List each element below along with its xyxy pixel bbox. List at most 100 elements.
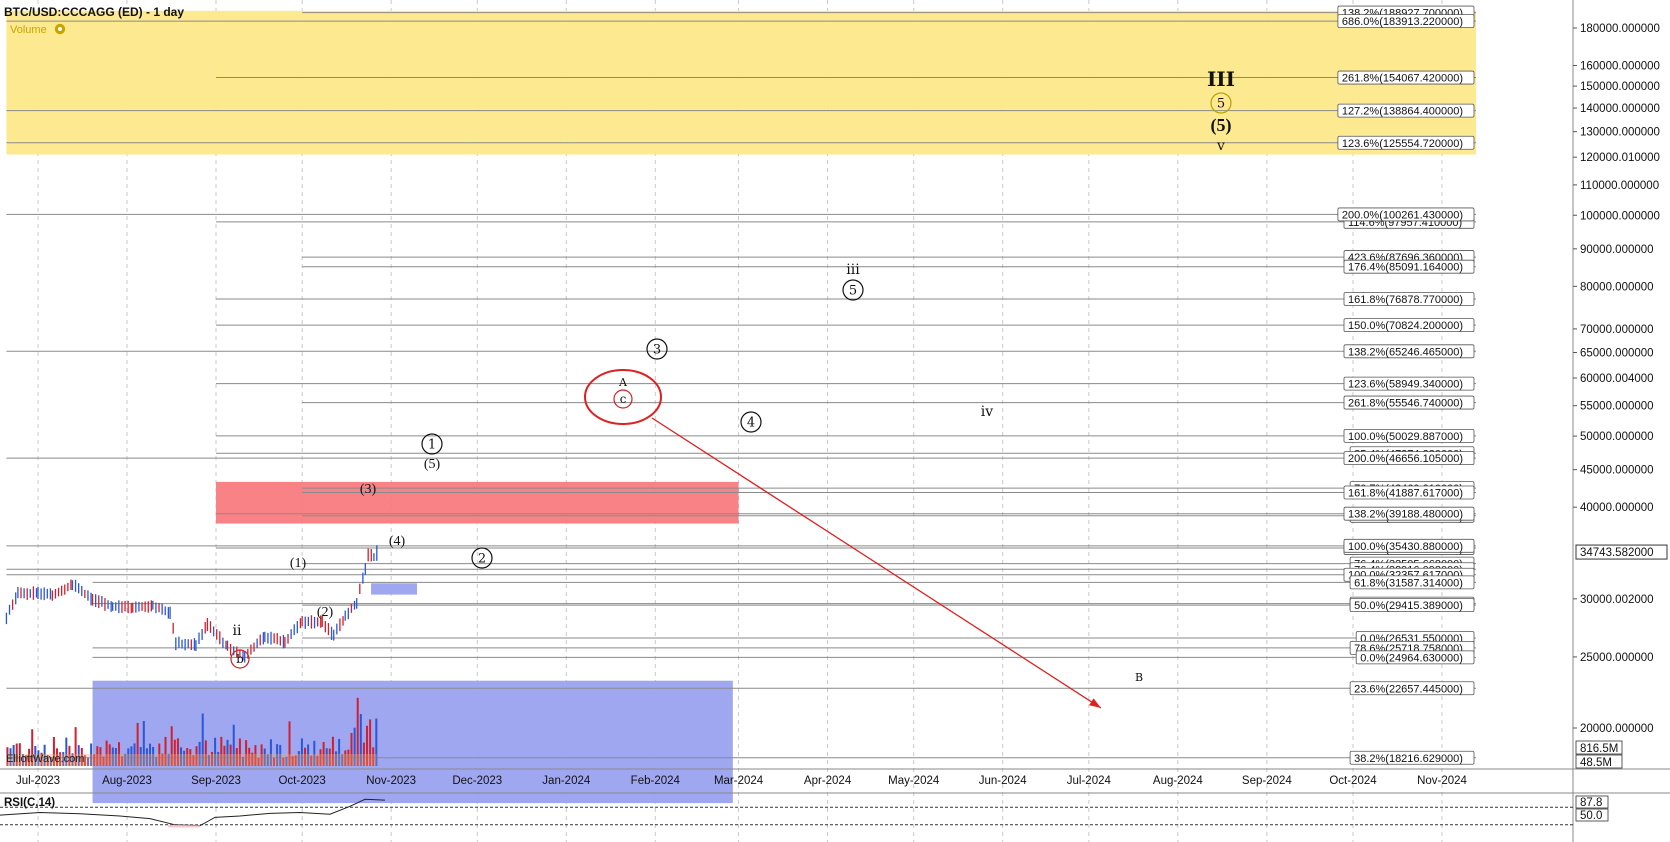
wave-label-text: v <box>1216 138 1225 154</box>
fib-label-text: 123.6%(125554.720000) <box>1342 138 1463 150</box>
y-tick-label: 160000.000000 <box>1580 61 1660 73</box>
wave-label-text: B <box>1135 671 1143 684</box>
fib-label: 0.0%(24964.630000) <box>1355 650 1475 664</box>
wave-label: B <box>1135 671 1143 684</box>
fib-label-text: 176.4%(85091.164000) <box>1348 262 1463 274</box>
fib-label-text: 161.8%(76878.770000) <box>1348 294 1463 306</box>
wave-label: A <box>618 376 628 389</box>
fib-label: 150.0%(70824.200000) <box>1343 318 1475 332</box>
volume-label: Volume <box>10 24 47 36</box>
fib-label: 686.0%(183913.220000) <box>1337 14 1475 28</box>
y-tick-label: 55000.000000 <box>1580 401 1654 413</box>
volume-axis-label: 816.5M <box>1575 740 1623 755</box>
watermark: ElliottWave.com <box>6 753 84 765</box>
fib-label: 38.2%(18216.629000) <box>1349 750 1475 765</box>
rsi-value-text: 87.8 <box>1580 797 1602 809</box>
fib-label-text: 50.0%(29415.389000) <box>1354 600 1463 612</box>
y-tick-label: 130000.000000 <box>1580 127 1660 139</box>
fib-label-text: 261.8%(55546.740000) <box>1348 398 1463 410</box>
fib-label: 100.0%(35430.880000) <box>1343 538 1475 553</box>
x-tick-label: Oct-2023 <box>278 775 325 787</box>
chart-title: BTC/USD:CCCAGG (ED) - 1 day <box>4 5 184 19</box>
y-tick-label: 25000.000000 <box>1580 652 1654 664</box>
wave-label: (1) <box>290 556 307 571</box>
volume-axis-text: 816.5M <box>1580 743 1618 755</box>
wave-label-text: (3) <box>360 482 377 497</box>
fib-label-text: 123.6%(58949.340000) <box>1348 379 1463 391</box>
wave-label: (2) <box>317 605 334 620</box>
x-tick-label: Nov-2024 <box>1417 775 1467 787</box>
fib-label-text: 127.2%(138864.400000) <box>1342 106 1463 118</box>
fib-label-text: 200.0%(46656.105000) <box>1348 453 1463 465</box>
wave-label-text: III <box>1207 67 1235 91</box>
x-tick-label: Jul-2024 <box>1067 775 1112 787</box>
rsi-value-text: 50.0 <box>1580 810 1602 822</box>
y-tick-label: 80000.000000 <box>1580 281 1654 293</box>
fib-label: 161.8%(41887.617000) <box>1343 485 1475 499</box>
x-tick-label: May-2024 <box>888 775 940 787</box>
wave-label-text: 2 <box>478 552 486 567</box>
fib-label: 123.6%(58949.340000) <box>1343 376 1475 391</box>
fib-label: 50.0%(29415.389000) <box>1349 598 1475 612</box>
wave-label: (4) <box>389 534 406 549</box>
fib-label-text: 100.0%(35430.880000) <box>1348 541 1463 553</box>
fib-label-text: 0.0%(24964.630000) <box>1360 652 1463 664</box>
fib-label: 176.4%(85091.164000) <box>1343 259 1475 274</box>
y-tick-label: 120000.010000 <box>1580 152 1660 164</box>
small-box <box>371 583 417 595</box>
x-tick-label: Dec-2023 <box>452 775 502 787</box>
fib-label-text: 200.0%(100261.430000) <box>1342 209 1463 221</box>
wave-label: ii <box>233 623 242 639</box>
y-tick-label: 180000.000000 <box>1580 23 1660 35</box>
volume-axis-label: 48.5M <box>1575 754 1623 769</box>
fib-label-text: 150.0%(70824.200000) <box>1348 320 1463 332</box>
wave-label-text: 4 <box>747 416 755 431</box>
fib-label: 138.2%(65246.465000) <box>1343 344 1475 358</box>
fib-label-text: 38.2%(18216.629000) <box>1354 753 1463 765</box>
wave-label: (5) <box>424 457 441 472</box>
wave-label: iv <box>981 404 993 420</box>
wave-label-text: 5 <box>849 284 857 299</box>
y-tick-label: 70000.000000 <box>1580 324 1654 336</box>
wave-label-text: (1) <box>290 556 307 571</box>
wave-label: iii <box>846 262 860 278</box>
wave-label-text: A <box>618 376 628 389</box>
y-tick-label: 20000.000000 <box>1580 723 1654 735</box>
y-tick-label: 140000.000000 <box>1580 103 1660 115</box>
wave-label: III <box>1207 67 1235 91</box>
wave-label-text: iv <box>981 404 993 420</box>
x-tick-label: Nov-2023 <box>366 775 416 787</box>
x-tick-label: Sep-2024 <box>1242 775 1292 787</box>
wave-label-text: (2) <box>317 605 334 620</box>
rsi-value-label: 50.0 <box>1575 808 1609 822</box>
current-price-text: 34743.582000 <box>1580 547 1654 559</box>
current-price-tag: 34743.582000 <box>1575 544 1668 560</box>
rsi-oversold-fill <box>168 824 200 828</box>
fib-label: 161.8%(76878.770000) <box>1343 292 1475 306</box>
x-tick-label: Feb-2024 <box>631 775 681 787</box>
rsi-value-label: 87.8 <box>1575 795 1609 809</box>
wave-label-text: 1 <box>428 438 436 453</box>
wave-label: v <box>1216 138 1225 154</box>
y-tick-label: 100000.000000 <box>1580 210 1660 222</box>
wave-label-text: c <box>620 392 627 406</box>
fib-label-text: 161.8%(41887.617000) <box>1348 487 1463 499</box>
gear-icon[interactable] <box>54 23 66 35</box>
x-tick-label: Jun-2024 <box>979 775 1028 787</box>
fib-label-text: 61.8%(31587.314000) <box>1354 577 1463 589</box>
fib-label: 100.0%(50029.887000) <box>1343 428 1475 443</box>
fib-label: 123.6%(125554.720000) <box>1337 135 1475 150</box>
wave-label: (5) <box>1211 115 1232 136</box>
fib-label: 261.8%(154067.420000) <box>1337 70 1475 85</box>
x-tick-label: Mar-2024 <box>714 775 764 787</box>
y-tick-label: 60000.004000 <box>1580 373 1654 385</box>
price-chart[interactable]: 138.2%(188927.700000)686.0%(183913.22000… <box>0 0 1670 842</box>
wave-label-text: ii <box>233 623 242 639</box>
rsi-label: RSI(C,14) <box>4 797 55 809</box>
x-tick-label: Aug-2024 <box>1153 775 1203 787</box>
y-tick-label: 45000.000000 <box>1580 465 1654 477</box>
y-tick-label: 30000.002000 <box>1580 594 1654 606</box>
fib-label-text: 138.2%(65246.465000) <box>1348 346 1463 358</box>
x-tick-label: Jul-2023 <box>16 775 60 787</box>
fib-label: 261.8%(55546.740000) <box>1343 395 1475 410</box>
